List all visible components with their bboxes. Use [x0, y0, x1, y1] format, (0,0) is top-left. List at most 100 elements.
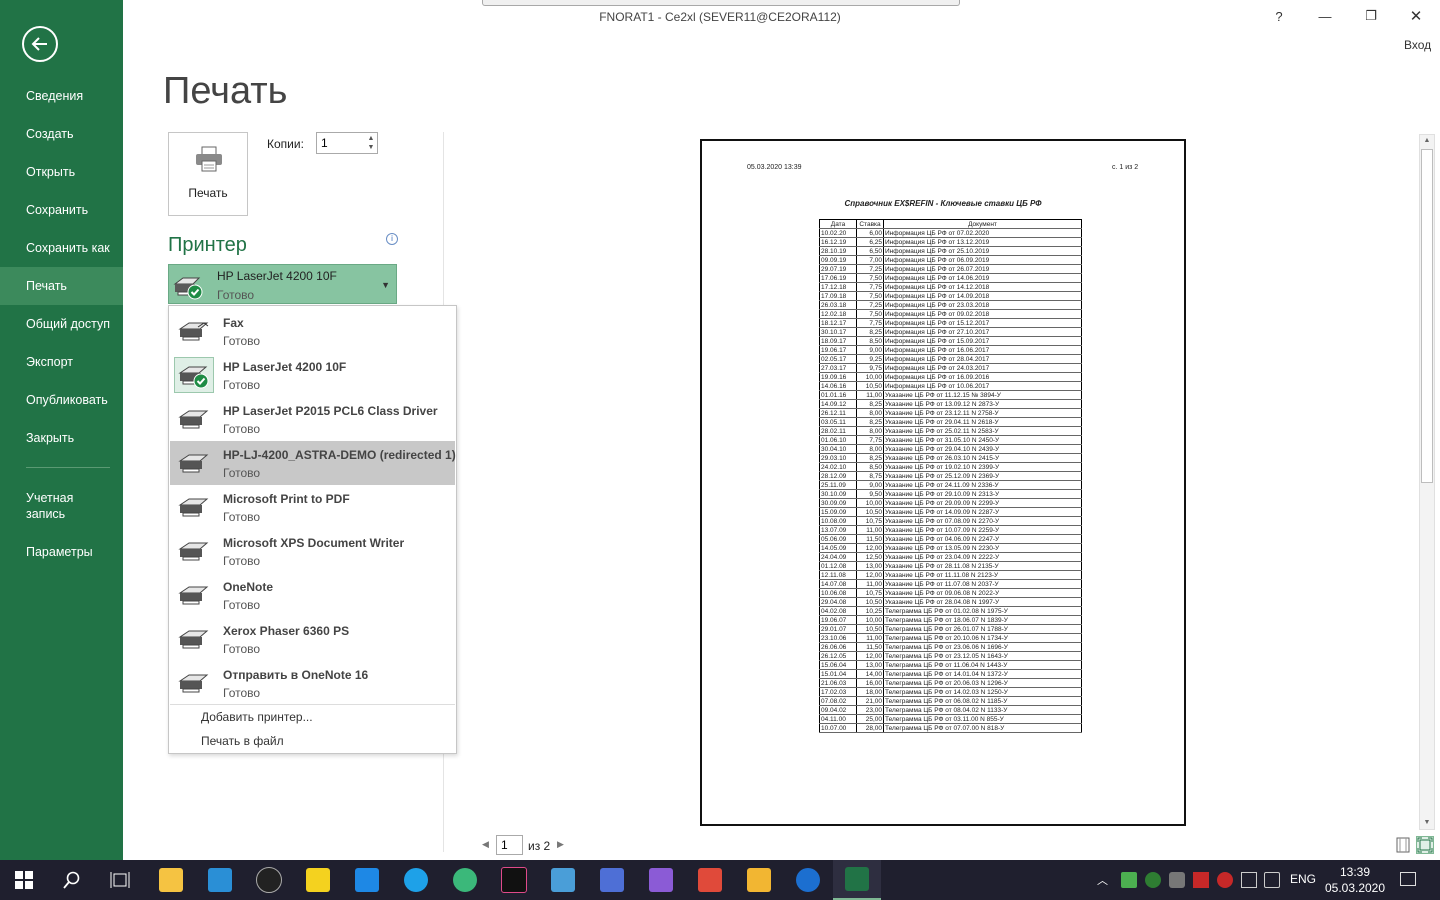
row-document: Телеграмма ЦБ РФ от 03.11.00 N 855-У [883, 714, 1082, 724]
printer-option[interactable]: Microsoft XPS Document Writer Готово [170, 529, 455, 573]
preview-scrollbar[interactable]: ▲ ▼ [1419, 134, 1435, 830]
nav-publish[interactable]: Опубликовать [0, 381, 123, 419]
close-button[interactable]: ✕ [1406, 6, 1426, 26]
tray-alert-icon[interactable] [1217, 872, 1233, 888]
preview-table-row: 10.06.08 10,75 Указание ЦБ РФ от 09.06.08 … [819, 588, 1082, 598]
info-icon[interactable]: i [386, 233, 398, 245]
internet-explorer-icon[interactable] [392, 860, 440, 900]
row-document: Телеграмма ЦБ РФ от 20.06.03 N 1296-У [883, 678, 1082, 688]
printer-select[interactable]: HP LaserJet 4200 10F Готово ▼ [168, 264, 397, 304]
row-rate: 9,75 [856, 363, 884, 373]
scroll-up-icon[interactable]: ▲ [1421, 135, 1433, 147]
restore-button[interactable]: ❐ [1361, 6, 1381, 26]
printer-option[interactable]: Microsoft Print to PDF Готово [170, 485, 455, 529]
print-button[interactable]: Печать [168, 132, 248, 216]
row-rate: 11,50 [856, 642, 884, 652]
intellij-icon[interactable] [490, 860, 538, 900]
tray-antivirus-icon[interactable] [1193, 872, 1209, 888]
app-doc-icon[interactable] [686, 860, 734, 900]
row-date: 28.10.19 [819, 246, 857, 256]
copies-down-icon[interactable]: ▼ [365, 143, 377, 152]
clock[interactable]: 13:39 05.03.2020 [1320, 864, 1390, 896]
add-printer-link[interactable]: Добавить принтер... [201, 710, 313, 724]
row-date: 01.01.16 [819, 390, 857, 400]
app-map-icon[interactable] [441, 860, 489, 900]
nav-info[interactable]: Сведения [0, 77, 123, 115]
nav-save[interactable]: Сохранить [0, 191, 123, 229]
row-rate: 8,00 [856, 408, 884, 418]
notifications-icon[interactable] [1400, 872, 1416, 886]
row-rate: 7,50 [856, 291, 884, 301]
language-indicator[interactable]: ENG [1290, 872, 1316, 886]
ce2-icon[interactable] [784, 860, 832, 900]
backstage-nav: Сведения Создать Открыть Сохранить Сохра… [0, 0, 123, 860]
row-date: 23.10.06 [819, 633, 857, 643]
nav-new[interactable]: Создать [0, 115, 123, 153]
row-date: 17.12.18 [819, 282, 857, 292]
nav-close[interactable]: Закрыть [0, 419, 123, 457]
excel-icon[interactable] [833, 860, 881, 900]
tray-user-icon[interactable] [1169, 872, 1185, 888]
visual-studio-icon[interactable] [637, 860, 685, 900]
search-icon[interactable] [48, 860, 96, 900]
page-number-input[interactable] [496, 835, 523, 855]
printer-option[interactable]: Отправить в OneNote 16 Готово [170, 661, 455, 705]
help-button[interactable]: ? [1269, 6, 1289, 26]
nav-options[interactable]: Параметры [0, 533, 123, 571]
nav-share[interactable]: Общий доступ [0, 305, 123, 343]
next-page-icon[interactable]: ▶ [557, 839, 564, 850]
chevron-up-icon[interactable]: ︿ [1097, 872, 1113, 888]
nav-account[interactable]: Учетная запись [0, 487, 110, 525]
printer-option[interactable]: HP LaserJet P2015 PCL6 Class Driver Гото… [170, 397, 455, 441]
row-date: 12.02.18 [819, 309, 857, 319]
minimize-button[interactable]: — [1315, 6, 1335, 26]
nav-export[interactable]: Экспорт [0, 343, 123, 381]
signin-link[interactable]: Вход [1404, 38, 1431, 52]
app-circle-icon[interactable] [245, 860, 293, 900]
app-blue-icon[interactable] [196, 860, 244, 900]
printer-option[interactable]: HP LaserJet 4200 10F Готово [170, 353, 455, 397]
scroll-thumb[interactable] [1421, 149, 1433, 483]
tray-app-icon[interactable] [1121, 872, 1137, 888]
print-to-file-option[interactable]: Печать в файл [201, 734, 284, 748]
row-rate: 9,00 [856, 345, 884, 355]
row-document: Указание ЦБ РФ от 13.05.09 N 2230-У [883, 543, 1082, 553]
row-document: Указание ЦБ РФ от 23.04.09 N 2222-У [883, 552, 1082, 562]
prev-page-icon[interactable]: ◀ [482, 839, 489, 850]
network-icon[interactable] [1241, 872, 1257, 888]
printer-option[interactable]: Fax Готово [170, 309, 455, 353]
remote-desktop-icon[interactable] [343, 860, 391, 900]
zoom-to-page-icon[interactable] [1416, 836, 1434, 854]
show-margins-icon[interactable] [1394, 836, 1412, 854]
app-run-icon[interactable] [735, 860, 783, 900]
shield-icon[interactable] [1145, 872, 1161, 888]
nav-print[interactable]: Печать [0, 267, 123, 305]
row-document: Информация ЦБ РФ от 14.06.2019 [883, 273, 1082, 283]
nav-open[interactable]: Открыть [0, 153, 123, 191]
printer-option[interactable]: Xerox Phaser 6360 PS Готово [170, 617, 455, 661]
preview-table-row: 15.01.04 14,00 Телеграмма ЦБ РФ от 14.01.0… [819, 669, 1082, 679]
back-button[interactable] [22, 26, 58, 62]
printer-ready-icon [174, 357, 214, 393]
row-date: 30.10.09 [819, 489, 857, 499]
app-save-icon[interactable] [588, 860, 636, 900]
row-document: Телеграмма ЦБ РФ от 07.07.00 N 818-У [883, 723, 1082, 733]
preview-table-row: 09.09.19 7,00 Информация ЦБ РФ от 06.09.20… [819, 255, 1082, 265]
preview-table-row: 26.12.11 8,00 Указание ЦБ РФ от 23.12.11 N… [819, 408, 1082, 418]
scroll-down-icon[interactable]: ▼ [1421, 817, 1433, 829]
nav-save-as[interactable]: Сохранить как [0, 229, 123, 267]
copies-up-icon[interactable]: ▲ [365, 134, 377, 143]
row-date: 29.04.08 [819, 597, 857, 607]
printer-option[interactable]: OneNote Готово [170, 573, 455, 617]
start-icon[interactable] [0, 860, 48, 900]
app-bat-icon[interactable] [294, 860, 342, 900]
row-date: 13.07.09 [819, 525, 857, 535]
row-rate: 11,00 [856, 579, 884, 589]
volume-icon[interactable] [1264, 872, 1280, 888]
printer-option-name: Xerox Phaser 6360 PS [223, 624, 350, 638]
app-monitor-icon[interactable] [539, 860, 587, 900]
printer-option[interactable]: HP-LJ-4200_ASTRA-DEMO (redirected 1) Гот… [170, 441, 456, 485]
preview-table-row: 24.04.09 12,50 Указание ЦБ РФ от 23.04.09 … [819, 552, 1082, 562]
task-view-icon[interactable] [96, 860, 144, 900]
file-explorer-icon[interactable] [147, 860, 195, 900]
